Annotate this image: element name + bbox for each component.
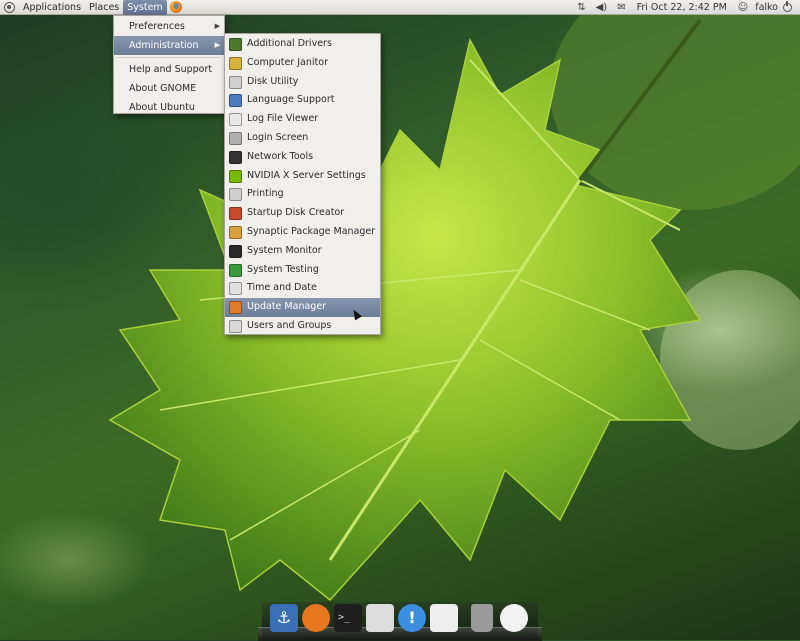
admin-item-label: Network Tools — [247, 150, 314, 162]
admin-item-disk-utility[interactable]: Disk Utility — [225, 73, 380, 92]
admin-item-label: Startup Disk Creator — [247, 207, 345, 219]
disk-icon — [229, 75, 242, 89]
update-icon — [229, 301, 242, 315]
printer-icon — [229, 188, 242, 202]
menu-item-label: Preferences — [129, 21, 185, 32]
admin-item-label: Log File Viewer — [247, 113, 319, 125]
volume-icon[interactable]: ◀) — [596, 0, 608, 15]
ubuntu-logo-icon[interactable] — [4, 1, 15, 13]
nvidia-icon — [229, 169, 242, 183]
log-icon — [229, 113, 242, 127]
startup-disk-icon — [229, 207, 242, 221]
admin-item-system-testing[interactable]: System Testing — [225, 261, 380, 280]
package-icon — [229, 225, 242, 239]
admin-item-startup-disk-creator[interactable]: Startup Disk Creator — [225, 204, 380, 223]
dock-shelf — [258, 627, 542, 641]
places-menu[interactable]: Places — [85, 0, 123, 15]
admin-item-network-tools[interactable]: Network Tools — [225, 148, 380, 167]
admin-item-label: Update Manager — [247, 301, 327, 313]
notification-icon[interactable]: ! — [398, 604, 426, 632]
anchor-icon[interactable]: ⚓ — [270, 604, 298, 632]
admin-item-computer-janitor[interactable]: Computer Janitor — [225, 54, 380, 73]
login-icon — [229, 131, 242, 145]
drivers-icon — [229, 38, 242, 51]
menu-separator — [117, 57, 221, 58]
system-menu: Preferences ▶ Administration ▶ Help and … — [113, 15, 225, 114]
admin-item-label: Disk Utility — [247, 75, 299, 87]
menu-item-about-ubuntu[interactable]: About Ubuntu — [114, 98, 224, 117]
admin-item-users-and-groups[interactable]: Users and Groups — [225, 317, 380, 336]
firefox-icon[interactable] — [302, 604, 330, 632]
user-name[interactable]: falko — [755, 2, 778, 13]
firefox-launcher-icon[interactable] — [169, 1, 182, 13]
admin-item-label: Additional Drivers — [247, 38, 332, 49]
admin-item-additional-drivers[interactable]: Additional Drivers — [225, 35, 380, 54]
admin-item-printing[interactable]: Printing — [225, 185, 380, 204]
broom-icon — [229, 56, 242, 70]
admin-item-label: System Monitor — [247, 244, 322, 256]
trash-icon[interactable] — [471, 604, 493, 632]
menu-item-label: About Ubuntu — [129, 102, 195, 113]
admin-item-time-and-date[interactable]: Time and Date — [225, 279, 380, 298]
admin-item-label: Synaptic Package Manager — [247, 225, 376, 237]
admin-item-label: System Testing — [247, 263, 319, 275]
clock-icon[interactable] — [500, 604, 528, 632]
admin-item-synaptic[interactable]: Synaptic Package Manager — [225, 223, 380, 242]
top-panel: Applications Places System ⇅ ◀) ✉ Fri Oc… — [0, 0, 800, 15]
terminal-icon[interactable]: >_ — [334, 604, 362, 632]
submenu-arrow-icon: ▶ — [214, 22, 220, 30]
admin-item-system-monitor[interactable]: System Monitor — [225, 242, 380, 261]
admin-item-label: Users and Groups — [247, 319, 332, 331]
menu-item-preferences[interactable]: Preferences ▶ — [114, 17, 224, 36]
admin-item-login-screen[interactable]: Login Screen — [225, 129, 380, 148]
admin-item-label: Language Support — [247, 94, 335, 106]
calendar-icon — [229, 282, 242, 296]
admin-item-label: NVIDIA X Server Settings — [247, 169, 366, 181]
user-icon: ☺ — [737, 2, 749, 13]
monitor-icon — [229, 244, 242, 258]
mail-icon[interactable]: ✉ — [617, 0, 625, 15]
menu-item-label: Administration — [129, 40, 199, 51]
admin-item-label: Computer Janitor — [247, 56, 328, 68]
network-icon[interactable]: ⇅ — [577, 0, 585, 15]
language-icon — [229, 94, 242, 108]
admin-item-nvidia-settings[interactable]: NVIDIA X Server Settings — [225, 167, 380, 186]
menu-item-administration[interactable]: Administration ▶ — [114, 36, 224, 55]
admin-item-log-file-viewer[interactable]: Log File Viewer — [225, 110, 380, 129]
power-icon[interactable] — [783, 1, 792, 12]
users-icon — [229, 319, 242, 333]
text-editor-icon[interactable] — [430, 604, 458, 632]
applications-menu[interactable]: Applications — [19, 0, 85, 15]
clock[interactable]: Fri Oct 22, 2:42 PM — [637, 2, 727, 13]
admin-item-label: Printing — [247, 188, 284, 200]
admin-item-label: Login Screen — [247, 131, 309, 143]
network-tools-icon — [229, 150, 242, 164]
webcam-icon[interactable] — [366, 604, 394, 632]
menu-item-about-gnome[interactable]: About GNOME — [114, 79, 224, 98]
admin-item-label: Time and Date — [247, 282, 317, 294]
menu-item-label: Help and Support — [129, 64, 213, 75]
system-menu-button[interactable]: System — [123, 0, 167, 15]
admin-item-language-support[interactable]: Language Support — [225, 91, 380, 110]
checkmark-icon — [229, 263, 242, 277]
administration-submenu: Additional Drivers Computer Janitor Disk… — [224, 33, 381, 335]
menu-item-label: About GNOME — [129, 83, 197, 94]
menu-item-help[interactable]: Help and Support — [114, 60, 224, 79]
submenu-arrow-icon: ▶ — [214, 41, 220, 49]
